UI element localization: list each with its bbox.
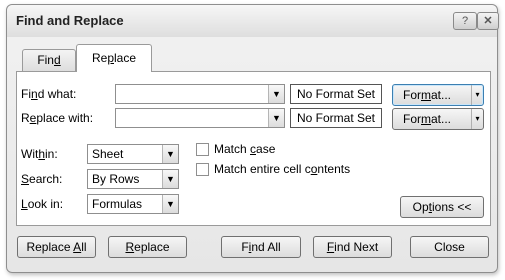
chevron-down-icon: ▼: [166, 199, 175, 209]
dialog-title: Find and Replace: [16, 13, 124, 28]
find-format-menu-arrow[interactable]: ▾: [471, 85, 483, 105]
replace-button[interactable]: Replace: [108, 236, 187, 258]
find-format-label-post: at...: [431, 88, 452, 102]
tab-find-label-key: d: [53, 53, 61, 67]
close-window-button[interactable]: ✕: [477, 12, 499, 30]
search-label-key: S: [21, 172, 30, 186]
help-button[interactable]: ?: [453, 12, 477, 30]
find-all-button[interactable]: Find All: [221, 236, 301, 258]
look-in-label-key: L: [21, 197, 28, 211]
replace-format-label-key: m: [421, 112, 431, 126]
within-label-key: h: [38, 147, 46, 161]
within-value: Sheet: [92, 147, 124, 161]
match-case-label-pre: Match: [214, 142, 251, 156]
chevron-down-icon: ▼: [272, 113, 281, 123]
search-label-post: earch:: [29, 172, 63, 186]
tab-replace-label-key: p: [107, 51, 114, 65]
replace-format-menu-arrow[interactable]: ▾: [471, 109, 483, 129]
options-label-pre: Op: [412, 200, 429, 214]
within-select[interactable]: Sheet ▼: [87, 144, 179, 164]
replace-format-label-pre: For: [403, 112, 421, 126]
look-in-select[interactable]: Formulas ▼: [87, 194, 179, 214]
replace-tab-panel: Find what: ▼ No Format Set Format... ▾ R…: [16, 71, 491, 226]
replace-with-label-post: place with:: [36, 111, 94, 125]
within-label-post: in:: [45, 147, 58, 161]
replace-with-input[interactable]: ▼: [115, 108, 285, 128]
close-icon: ✕: [483, 15, 493, 27]
chevron-down-icon: ▼: [272, 89, 281, 99]
options-label-post: ions <<: [431, 200, 472, 214]
search-dropdown-button[interactable]: ▼: [162, 170, 178, 188]
tab-find[interactable]: Find: [22, 49, 76, 72]
chevron-down-icon: ▾: [475, 90, 480, 99]
tab-find-label-pre: Fin: [37, 53, 54, 67]
replace-format-label-post: at...: [431, 112, 452, 126]
look-in-label: Look in:: [21, 197, 63, 211]
match-case-label-post: ase: [256, 142, 276, 156]
tab-replace-label-pre: Re: [91, 51, 108, 65]
chevron-down-icon: ▾: [475, 114, 480, 123]
options-toggle-button[interactable]: Options <<: [400, 196, 484, 218]
title-bar[interactable]: Find and Replace ? ✕: [7, 5, 499, 37]
replace-all-label-post: ll: [81, 240, 87, 254]
match-entire-cell-checkbox[interactable]: [196, 163, 209, 176]
find-all-label-pre: F: [241, 240, 249, 254]
find-format-label-key: m: [421, 88, 431, 102]
look-in-dropdown-button[interactable]: ▼: [162, 195, 178, 213]
replace-with-label-pre: R: [21, 111, 30, 125]
search-label: Search:: [21, 172, 62, 186]
within-dropdown-button[interactable]: ▼: [162, 145, 178, 163]
chevron-down-icon: ▼: [166, 174, 175, 184]
search-select[interactable]: By Rows ▼: [87, 169, 179, 189]
find-next-button[interactable]: Find Next: [313, 236, 392, 258]
close-button[interactable]: Close: [410, 236, 489, 258]
search-value: By Rows: [92, 172, 140, 186]
replace-with-label: Replace with:: [21, 111, 93, 125]
find-what-label-post: d what:: [37, 87, 77, 101]
look-in-label-post: ook in:: [27, 197, 64, 211]
find-format-preview: No Format Set: [290, 84, 382, 104]
find-format-button[interactable]: Format... ▾: [392, 84, 484, 106]
match-entire-cell-label[interactable]: Match entire cell contents: [214, 162, 350, 176]
replace-label-post: eplace: [134, 240, 170, 254]
tab-replace[interactable]: Replace: [76, 44, 152, 72]
find-all-label-post: nd All: [251, 240, 281, 254]
find-replace-dialog: Find and Replace ? ✕ Find Replace Find w…: [6, 4, 499, 273]
replace-format-button[interactable]: Format... ▾: [392, 108, 484, 130]
replace-format-preview: No Format Set: [290, 108, 382, 128]
replace-format-label: Format...: [403, 109, 451, 129]
replace-with-dropdown-button[interactable]: ▼: [268, 109, 284, 127]
find-what-label-pre: Fi: [21, 87, 31, 101]
replace-all-label-key: A: [73, 240, 82, 254]
find-what-label-key: n: [31, 87, 38, 101]
help-icon: ?: [461, 15, 469, 27]
tab-replace-label-post: lace: [114, 51, 137, 65]
match-entire-label-post: ntents: [317, 162, 351, 176]
find-format-label-pre: For: [403, 88, 421, 102]
find-next-label-post: ind Next: [334, 240, 379, 254]
replace-all-button[interactable]: Replace All: [17, 236, 96, 258]
match-case-checkbox[interactable]: [196, 143, 209, 156]
find-what-dropdown-button[interactable]: ▼: [268, 85, 284, 103]
within-label: Within:: [21, 147, 58, 161]
look-in-value: Formulas: [92, 197, 143, 211]
replace-all-label-pre: Replace: [26, 240, 74, 254]
replace-label-key: R: [125, 240, 135, 254]
find-what-label: Find what:: [21, 87, 76, 101]
find-format-label: Format...: [403, 85, 451, 105]
within-label-pre: Wit: [21, 147, 39, 161]
match-entire-label-pre: Match entire cell c: [214, 162, 311, 176]
match-case-label[interactable]: Match case: [214, 142, 275, 156]
find-what-input[interactable]: ▼: [115, 84, 285, 104]
chevron-down-icon: ▼: [166, 149, 175, 159]
